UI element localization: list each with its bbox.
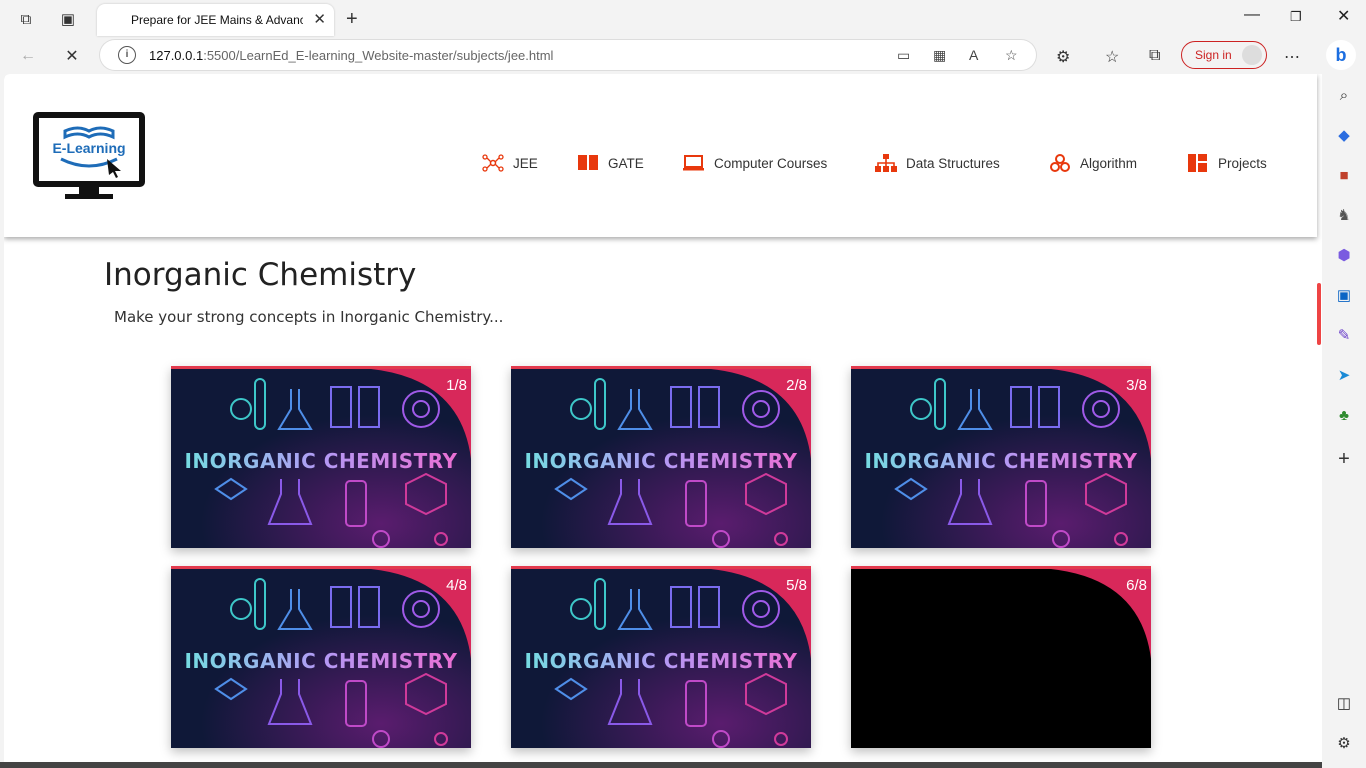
nav-label: Algorithm [1080,155,1138,171]
qr-code-icon[interactable]: ▦ [933,47,946,64]
tab-actions-icon[interactable]: ▣ [57,8,79,30]
image-caption: INORGANIC CHEMISTRY [851,449,1151,473]
slide-counter: 1/8 [446,377,467,394]
close-window-icon[interactable]: ✕ [1337,6,1350,26]
chapter-card[interactable]: INORGANIC CHEMISTRY 5/8 [511,566,811,748]
app-available-icon[interactable]: ▭ [897,47,910,64]
image-caption: INORGANIC CHEMISTRY [171,649,471,673]
image-caption: INORGANIC CHEMISTRY [171,449,471,473]
minimize-icon[interactable]: — [1244,6,1260,24]
browser-toolbar: ← ✕ i 127.0.0.1:5500/LearnEd_E-learning_… [0,38,1366,74]
profile-avatar-icon [1242,45,1262,65]
sign-in-button[interactable]: Sign in [1181,41,1267,69]
games-icon[interactable]: ♞ [1334,206,1354,226]
address-bar[interactable]: i 127.0.0.1:5500/LearnEd_E-learning_Webs… [100,40,1036,70]
outlook-icon[interactable]: ▣ [1334,286,1354,306]
shopping-icon[interactable]: ◆ [1334,126,1354,146]
slide-counter: 4/8 [446,577,467,594]
web-page: E-Learning JEE GATE Computer Courses Dat… [4,74,1322,762]
book-icon [578,155,598,170]
nav-item-gate[interactable]: GATE [577,154,644,172]
logo-text: E-Learning [52,140,125,156]
office-icon[interactable]: ⬢ [1334,246,1354,266]
nav-item-data-structures[interactable]: Data Structures [875,154,1000,172]
layout-icon [1188,154,1207,172]
browser-sidebar: ⌕ ◆ ■ ♞ ⬢ ▣ ✎ ➤ ♣ + ◫ ⚙ [1322,74,1366,768]
chapter-card[interactable]: INORGANIC CHEMISTRY 3/8 [851,366,1151,548]
slide-counter: 2/8 [786,377,807,394]
extensions-icon[interactable]: ⚙ [1056,47,1070,67]
copilot-icon[interactable]: b [1326,40,1356,70]
stop-loading-icon[interactable]: ✕ [60,44,84,68]
page-title: Inorganic Chemistry [104,257,417,293]
slide-counter: 5/8 [786,577,807,594]
designer-icon[interactable]: ✎ [1334,326,1354,346]
sign-in-label: Sign in [1195,48,1232,62]
nav-label: JEE [513,155,538,171]
site-header: E-Learning JEE GATE Computer Courses Dat… [4,74,1317,237]
sidebar-settings-icon[interactable]: ⚙ [1334,734,1354,754]
read-aloud-icon[interactable]: A [969,47,978,63]
image-caption: INORGANIC CHEMISTRY [511,449,811,473]
scrollbar-thumb[interactable] [1317,283,1321,345]
collections-icon[interactable]: ⧉ [1149,47,1160,65]
chapter-card[interactable]: INORGANIC CHEMISTRY 2/8 [511,366,811,548]
add-sidebar-app-icon[interactable]: + [1334,449,1354,469]
chapter-card[interactable]: INORGANIC CHEMISTRY 4/8 [171,566,471,748]
nav-label: Data Structures [906,155,1000,171]
nav-label: Computer Courses [714,155,828,171]
url-host: 127.0.0.1 [149,48,204,63]
nav-item-algorithm[interactable]: Algorithm [1049,154,1137,172]
laptop-icon [683,155,704,171]
tree-icon[interactable]: ♣ [1334,406,1354,426]
nav-label: GATE [608,155,644,171]
restore-icon[interactable]: ❐ [1290,9,1302,25]
new-tab-icon[interactable]: + [346,8,358,31]
search-icon[interactable]: ⌕ [1334,86,1354,106]
url-path: :5500/LearnEd_E-learning_Website-master/… [203,48,554,63]
site-info-icon[interactable]: i [118,46,136,64]
hide-sidebar-icon[interactable]: ◫ [1334,694,1354,714]
favorites-icon[interactable]: ☆ [1105,47,1119,67]
nav-item-computer-courses[interactable]: Computer Courses [683,154,827,172]
tools-icon[interactable]: ■ [1334,166,1354,186]
cubes-icon [1050,154,1070,172]
send-icon[interactable]: ➤ [1334,366,1354,386]
atom-icon [482,154,504,172]
slide-counter: 6/8 [1126,577,1147,594]
close-tab-icon[interactable]: ✕ [313,10,326,28]
taskbar-edge [0,762,1322,768]
add-favorite-icon[interactable]: ☆ [1005,47,1018,64]
chapter-card[interactable]: 6/8 [851,566,1151,748]
back-icon[interactable]: ← [16,44,40,68]
site-logo[interactable]: E-Learning [31,109,149,216]
nav-label: Projects [1218,155,1267,171]
chapter-card[interactable]: INORGANIC CHEMISTRY 1/8 [171,366,471,548]
sitemap-icon [875,154,897,172]
url-text: 127.0.0.1:5500/LearnEd_E-learning_Websit… [149,48,553,63]
browser-title-bar: ⧉ ▣ Prepare for JEE Mains & Advanced ✕ +… [0,0,1366,38]
nav-item-projects[interactable]: Projects [1187,154,1267,172]
image-caption: INORGANIC CHEMISTRY [511,649,811,673]
empty-image [851,569,1151,748]
page-subtitle: Make your strong concepts in Inorganic C… [114,308,504,326]
tab-title: Prepare for JEE Mains & Advanced [131,13,303,27]
more-menu-icon[interactable]: ⋯ [1284,47,1300,67]
browser-tab[interactable]: Prepare for JEE Mains & Advanced ✕ [97,4,334,36]
nav-item-jee[interactable]: JEE [482,154,538,172]
workspaces-icon[interactable]: ⧉ [15,8,37,30]
slide-counter: 3/8 [1126,377,1147,394]
